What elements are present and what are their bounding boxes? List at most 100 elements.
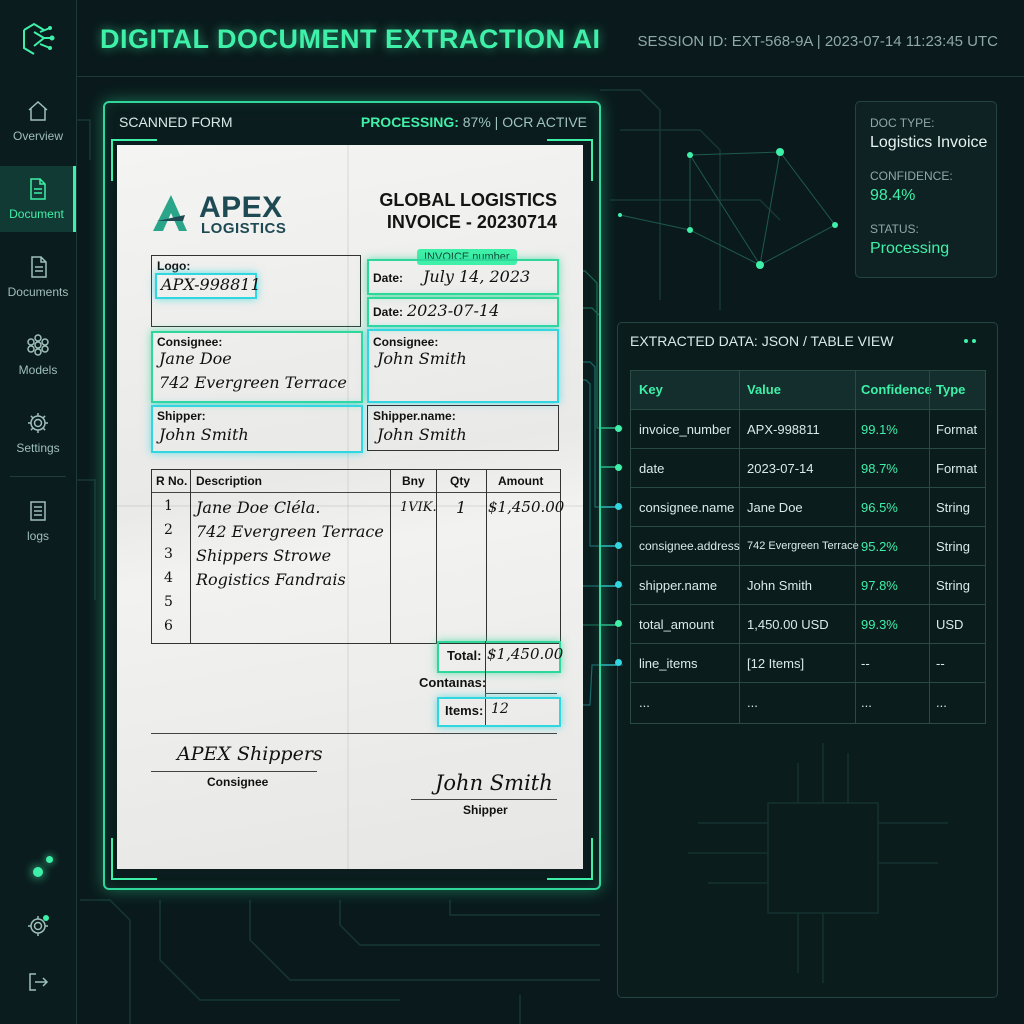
shipper2-label: Shipper.name:	[373, 409, 456, 423]
row-description: 742 Evergreen Terrace	[196, 522, 384, 541]
cell-confidence: 97.8%	[861, 578, 898, 593]
row-qty: 1	[456, 498, 467, 517]
items-value: 12	[491, 701, 509, 717]
status-indicator-small	[46, 856, 53, 863]
extracted-panel-title: EXTRACTED DATA: JSON / TABLE VIEW	[630, 333, 894, 349]
link-dot	[615, 542, 622, 549]
doc-type-value: Logistics Invoice	[870, 134, 988, 151]
table-column-divider	[486, 470, 487, 643]
row-description: Shippers Strowe	[196, 546, 332, 565]
cell-confidence: 99.1%	[861, 422, 898, 437]
status-value: Processing	[870, 240, 950, 257]
table-row[interactable]: line_items [12 Items] -- --	[615, 643, 985, 683]
table-header: Bny	[402, 474, 425, 488]
sidebar-item-logs[interactable]: logs	[0, 488, 76, 554]
cell-key: shipper.name	[639, 578, 718, 593]
table-row[interactable]: consignee.address 742 Evergreen Terrace …	[615, 526, 985, 566]
row-number: 5	[164, 594, 173, 610]
sidebar-item-label: Document	[9, 207, 64, 221]
signature-line	[411, 799, 557, 800]
cell-key: date	[639, 461, 665, 476]
row-bny: 1VIK.	[400, 500, 437, 515]
more-options-icon[interactable]	[963, 339, 977, 343]
logo-label: Logo:	[157, 259, 191, 273]
table-row[interactable]: total_amount 1,450.00 USD 99.3% USD	[615, 604, 985, 644]
doc-type-label: DOC TYPE:	[870, 116, 935, 130]
sidebar-divider	[10, 476, 66, 477]
cell-confidence: 99.3%	[861, 617, 898, 632]
totals-underline	[485, 693, 557, 694]
column-header-confidence: Confidence	[861, 382, 932, 397]
invoice-heading-line1: GLOBAL LOGISTICS	[379, 190, 557, 210]
sidebar-item-overview[interactable]: Overview	[0, 88, 76, 154]
scanned-form-panel: SCANNED FORM PROCESSING: 87% | OCR ACTIV…	[103, 101, 601, 890]
row-number: 2	[164, 522, 173, 538]
table-row[interactable]: ... ... ... ...	[631, 682, 985, 722]
consignee-signature-label: Consignee	[207, 775, 269, 789]
shipper-value: John Smith	[159, 425, 249, 444]
table-column-divider	[390, 470, 391, 643]
table-row[interactable]: shipper.name John Smith 97.8% String	[615, 565, 985, 605]
documents-icon	[31, 256, 47, 278]
cell-confidence: --	[861, 656, 870, 671]
invoice-document: APEX LOGISTICS GLOBAL LOGISTICS INVOICE …	[117, 145, 583, 869]
sidebar-item-documents[interactable]: Documents	[0, 244, 76, 310]
logo-value: APX-998811	[161, 275, 261, 294]
row-amount: $1,450.00	[488, 498, 565, 516]
consignee-label: Consignee:	[157, 335, 223, 349]
table-header-divider	[152, 492, 560, 493]
table-row[interactable]: consignee.name Jane Doe 96.5% String	[615, 487, 985, 527]
cell-confidence: 95.2%	[861, 539, 898, 554]
cell-key: line_items	[639, 656, 698, 671]
table-row[interactable]: invoice_number APX-998811 99.1% Format	[615, 409, 985, 449]
link-dot	[615, 464, 622, 471]
cell-type: String	[936, 500, 970, 515]
sidebar-item-document[interactable]: Document	[0, 166, 76, 232]
invoice-heading-line2: INVOICE - 20230714	[386, 212, 557, 232]
brand-subtitle: LOGISTICS	[201, 220, 287, 237]
invoice-heading: GLOBAL LOGISTICS INVOICE - 20230714	[379, 189, 557, 233]
session-info: SESSION ID: EXT-568-9A | 2023-07-14 11:2…	[637, 33, 998, 50]
row-description: Jane Doe Cléla.	[196, 498, 321, 517]
signature-line	[151, 771, 317, 772]
sidebar-item-label: logs	[26, 529, 49, 543]
cell-key: consignee.name	[639, 500, 735, 515]
sidebar-item-models[interactable]: Models	[0, 322, 76, 388]
link-dot	[615, 620, 622, 627]
cell-key: invoice_number	[639, 422, 731, 437]
column-header-key: Key	[639, 382, 663, 397]
date2-label: Date:	[373, 305, 404, 319]
sidebar-item-label: Models	[18, 363, 58, 377]
line-items-table: R No. Description Bny Qty Amount 1 Jane …	[151, 469, 565, 644]
cell-value: [12 Items]	[747, 656, 805, 671]
cell-type: USD	[936, 617, 964, 632]
processing-status: PROCESSING: 87% | OCR ACTIVE	[361, 114, 587, 130]
gear-icon[interactable]	[26, 914, 50, 938]
column-header-value: Value	[747, 382, 781, 397]
table-column-divider	[436, 470, 437, 643]
logout-icon[interactable]	[26, 970, 50, 994]
shipper2-value: John Smith	[377, 425, 467, 444]
row-number: 4	[164, 570, 173, 586]
date-label: Date:	[373, 271, 404, 285]
sidebar-item-settings[interactable]: Settings	[0, 400, 76, 466]
cell-type: Format	[936, 422, 978, 437]
circuit-decoration	[688, 743, 948, 983]
app-logo-icon	[23, 22, 55, 55]
shipper-signature-label: Shipper	[463, 803, 508, 817]
processing-value: 87% | OCR ACTIVE	[462, 114, 587, 130]
row-number: 6	[164, 618, 173, 634]
column-header-type: Type	[936, 382, 966, 397]
cell-key: ...	[639, 695, 650, 710]
sidebar-item-label: Documents	[7, 285, 69, 299]
cell-value: 1,450.00 USD	[747, 617, 829, 632]
link-dot	[615, 581, 622, 588]
cell-type: String	[936, 578, 970, 593]
consignee-address: 742 Evergreen Terrace	[159, 373, 347, 392]
table-row[interactable]: date 2023-07-14 98.7% Format	[615, 448, 985, 488]
scan-panel-title: SCANNED FORM	[119, 114, 233, 130]
table-header: Amount	[498, 474, 544, 488]
table-header: R No.	[156, 474, 188, 488]
consignee-signature: APEX Shippers	[177, 743, 323, 765]
sidebar: Overview Document Documents Models Setti…	[0, 0, 77, 1024]
